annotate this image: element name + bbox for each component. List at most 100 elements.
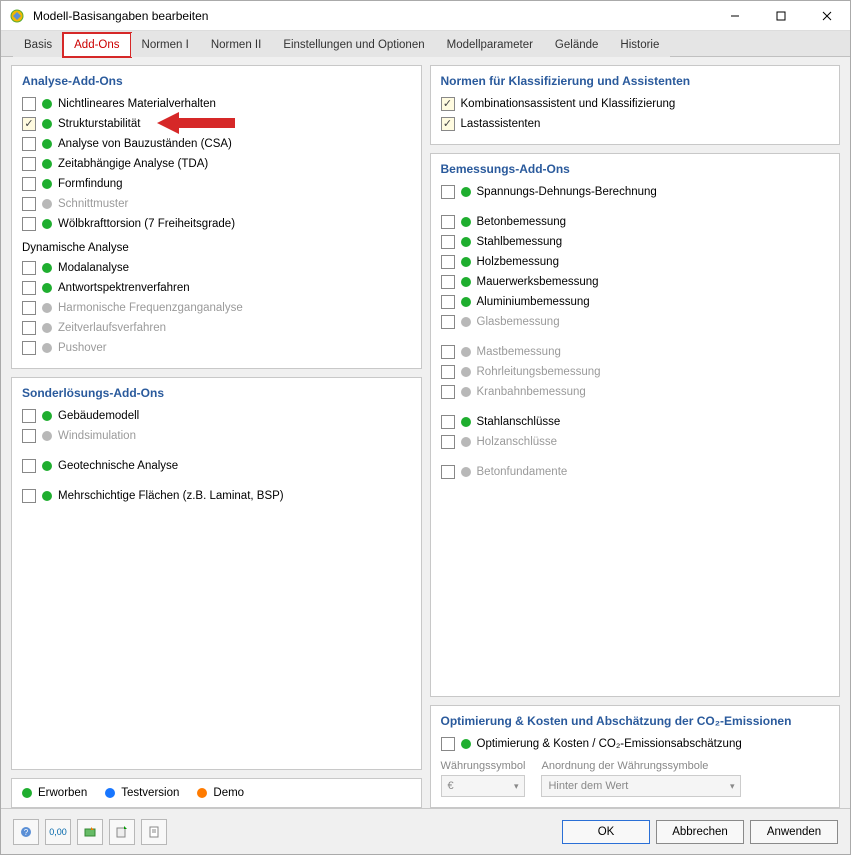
checkbox[interactable] bbox=[441, 97, 455, 111]
tab-normen-ii[interactable]: Normen II bbox=[200, 33, 273, 57]
currency-select[interactable]: €▾ bbox=[441, 775, 526, 797]
option-geotechnische-analyse[interactable]: Geotechnische Analyse bbox=[22, 456, 411, 476]
option-label: Analyse von Bauzuständen (CSA) bbox=[58, 138, 232, 150]
option-label: Holzanschlüsse bbox=[477, 436, 558, 448]
option-nichtlineares-materialverhalten[interactable]: Nichtlineares Materialverhalten bbox=[22, 94, 411, 114]
option-zeitabhängige-analyse-tda-[interactable]: Zeitabhängige Analyse (TDA) bbox=[22, 154, 411, 174]
tab-modellparameter[interactable]: Modellparameter bbox=[436, 33, 544, 57]
checkbox[interactable] bbox=[441, 235, 455, 249]
maximize-button[interactable] bbox=[758, 1, 804, 31]
option-label: Wölbkrafttorsion (7 Freiheitsgrade) bbox=[58, 218, 235, 230]
checkbox[interactable] bbox=[22, 117, 36, 131]
dot-icon bbox=[197, 788, 207, 798]
option-antwortspektrenverfahren[interactable]: Antwortspektrenverfahren bbox=[22, 278, 411, 298]
checkbox[interactable] bbox=[441, 295, 455, 309]
tab-add-ons[interactable]: Add-Ons bbox=[63, 33, 130, 57]
checkbox[interactable] bbox=[22, 459, 36, 473]
tool-import[interactable] bbox=[109, 819, 135, 845]
minimize-button[interactable] bbox=[712, 1, 758, 31]
option-stahlanschlüsse[interactable]: Stahlanschlüsse bbox=[441, 412, 830, 432]
option-label: Zeitverlaufsverfahren bbox=[58, 322, 166, 334]
checkbox bbox=[22, 301, 36, 315]
tab-normen-i[interactable]: Normen I bbox=[131, 33, 200, 57]
option-wölbkrafttorsion-7-freiheitsgrade-[interactable]: Wölbkrafttorsion (7 Freiheitsgrade) bbox=[22, 214, 411, 234]
legend-demo: Demo bbox=[197, 787, 244, 799]
checkbox[interactable] bbox=[22, 97, 36, 111]
option-label: Aluminiumbemessung bbox=[477, 296, 590, 308]
status-dot-icon bbox=[42, 99, 52, 109]
checkbox[interactable] bbox=[441, 275, 455, 289]
option-label: Formfindung bbox=[58, 178, 123, 190]
apply-button[interactable]: Anwenden bbox=[750, 820, 838, 844]
option-spannungs-dehnungs-berechnung[interactable]: Spannungs-Dehnungs-Berechnung bbox=[441, 182, 830, 202]
group-title: Analyse-Add-Ons bbox=[22, 74, 411, 88]
checkbox[interactable] bbox=[441, 185, 455, 199]
checkbox bbox=[441, 385, 455, 399]
status-dot-icon bbox=[461, 417, 471, 427]
checkbox[interactable] bbox=[22, 489, 36, 503]
option-aluminiumbemessung[interactable]: Aluminiumbemessung bbox=[441, 292, 830, 312]
group-design-addons: Bemessungs-Add-Ons Spannungs-Dehnungs-Be… bbox=[430, 153, 841, 697]
checkbox[interactable] bbox=[22, 157, 36, 171]
status-dot-icon bbox=[461, 467, 471, 477]
tool-report[interactable] bbox=[141, 819, 167, 845]
status-dot-icon bbox=[42, 199, 52, 209]
option-holzbemessung[interactable]: Holzbemessung bbox=[441, 252, 830, 272]
option-mehrschichtige-flächen-z-b-laminat-bsp-[interactable]: Mehrschichtige Flächen (z.B. Laminat, BS… bbox=[22, 486, 411, 506]
tab-basis[interactable]: Basis bbox=[13, 33, 63, 57]
chevron-down-icon: ▾ bbox=[730, 781, 735, 792]
option-formfindung[interactable]: Formfindung bbox=[22, 174, 411, 194]
status-dot-icon bbox=[42, 411, 52, 421]
checkbox[interactable] bbox=[441, 215, 455, 229]
option-strukturstabilität[interactable]: Strukturstabilität bbox=[22, 114, 411, 134]
arrangement-select[interactable]: Hinter dem Wert▾ bbox=[541, 775, 741, 797]
app-icon bbox=[9, 8, 25, 24]
option-optimierung-kosten-co-emissionsabschätzung[interactable]: Optimierung & Kosten / CO₂-Emissionsabsc… bbox=[441, 734, 830, 754]
legend-test: Testversion bbox=[105, 787, 179, 799]
option-analyse-von-bauzuständen-csa-[interactable]: Analyse von Bauzuständen (CSA) bbox=[22, 134, 411, 154]
option-label: Mauerwerksbemessung bbox=[477, 276, 599, 288]
tab-historie[interactable]: Historie bbox=[609, 33, 670, 57]
checkbox[interactable] bbox=[441, 415, 455, 429]
option-mastbemessung: Mastbemessung bbox=[441, 342, 830, 362]
close-button[interactable] bbox=[804, 1, 850, 31]
checkbox bbox=[22, 197, 36, 211]
status-dot-icon bbox=[461, 367, 471, 377]
tool-units[interactable]: 0,00 bbox=[45, 819, 71, 845]
option-betonbemessung[interactable]: Betonbemessung bbox=[441, 212, 830, 232]
option-harmonische-frequenzganganalyse: Harmonische Frequenzganganalyse bbox=[22, 298, 411, 318]
checkbox[interactable] bbox=[441, 737, 455, 751]
checkbox[interactable] bbox=[22, 409, 36, 423]
option-modalanalyse[interactable]: Modalanalyse bbox=[22, 258, 411, 278]
checkbox[interactable] bbox=[22, 281, 36, 295]
checkbox bbox=[22, 321, 36, 335]
option-kombinationsassistent-und-klassifizierung[interactable]: Kombinationsassistent und Klassifizierun… bbox=[441, 94, 830, 114]
cancel-button[interactable]: Abbrechen bbox=[656, 820, 744, 844]
checkbox[interactable] bbox=[22, 177, 36, 191]
subheading-dynamic: Dynamische Analyse bbox=[22, 242, 411, 254]
checkbox bbox=[22, 429, 36, 443]
tab-gelände[interactable]: Gelände bbox=[544, 33, 609, 57]
checkbox bbox=[22, 341, 36, 355]
tool-help[interactable]: ? bbox=[13, 819, 39, 845]
option-windsimulation: Windsimulation bbox=[22, 426, 411, 446]
checkbox[interactable] bbox=[441, 255, 455, 269]
option-lastassistenten[interactable]: Lastassistenten bbox=[441, 114, 830, 134]
checkbox[interactable] bbox=[22, 217, 36, 231]
option-mauerwerksbemessung[interactable]: Mauerwerksbemessung bbox=[441, 272, 830, 292]
tab-einstellungen-und-optionen[interactable]: Einstellungen und Optionen bbox=[272, 33, 435, 57]
arrangement-label: Anordnung der Währungssymbole bbox=[541, 760, 741, 772]
option-stahlbemessung[interactable]: Stahlbemessung bbox=[441, 232, 830, 252]
status-dot-icon bbox=[42, 179, 52, 189]
option-label: Harmonische Frequenzganganalyse bbox=[58, 302, 243, 314]
checkbox[interactable] bbox=[22, 261, 36, 275]
checkbox[interactable] bbox=[441, 117, 455, 131]
option-gebäudemodell[interactable]: Gebäudemodell bbox=[22, 406, 411, 426]
group-title: Sonderlösungs-Add-Ons bbox=[22, 386, 411, 400]
checkbox[interactable] bbox=[22, 137, 36, 151]
ok-button[interactable]: OK bbox=[562, 820, 650, 844]
tool-export[interactable] bbox=[77, 819, 103, 845]
option-schnittmuster: Schnittmuster bbox=[22, 194, 411, 214]
status-dot-icon bbox=[461, 297, 471, 307]
checkbox bbox=[441, 345, 455, 359]
